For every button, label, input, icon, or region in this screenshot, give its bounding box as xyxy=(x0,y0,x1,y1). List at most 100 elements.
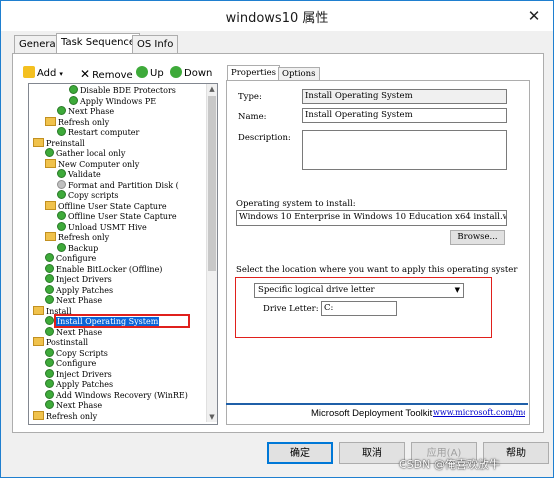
tree-item[interactable]: Restart computer xyxy=(57,127,139,138)
tab-options[interactable]: Options xyxy=(278,67,320,81)
tree-item[interactable]: Next Phase xyxy=(45,326,103,338)
task-sequence-tree[interactable]: Disable BDE Protectors Apply Windows PE Ne… xyxy=(28,83,218,425)
browse-button[interactable]: Browse... xyxy=(450,230,505,245)
title-bar[interactable]: windows10 属性 ✕ xyxy=(1,1,553,31)
check-icon xyxy=(45,358,54,367)
check-icon xyxy=(45,295,54,304)
tree-item[interactable]: Gather local only xyxy=(45,148,125,159)
tab-os-info[interactable]: OS Info xyxy=(132,35,179,53)
folder-icon xyxy=(33,305,44,315)
tab-task-sequence[interactable]: Task Sequence xyxy=(56,33,141,54)
down-arrow-icon xyxy=(170,66,182,78)
close-icon[interactable]: ✕ xyxy=(525,7,543,25)
check-icon xyxy=(45,263,54,273)
tree-item-label: Inject Drivers xyxy=(56,275,112,284)
add-button[interactable]: Add ▾ xyxy=(23,65,63,83)
tree-item-label: New Computer only xyxy=(58,159,140,169)
down-button[interactable]: Down xyxy=(170,65,212,83)
check-icon xyxy=(45,400,54,409)
tree-item[interactable]: Refresh only xyxy=(45,232,109,243)
tree-item-label: Disable BDE Protectors xyxy=(80,86,176,95)
tree-item[interactable]: Unload USMT Hive xyxy=(57,221,147,233)
os-select-field[interactable]: Windows 10 Enterprise in Windows 10 Educ… xyxy=(236,210,507,226)
tree-item[interactable]: Refresh only xyxy=(45,116,109,128)
tree-item[interactable]: Inject Drivers xyxy=(45,274,112,285)
description-input[interactable] xyxy=(302,130,507,170)
tree-item[interactable]: Refresh only xyxy=(33,410,98,422)
tree-item-label: Postinstall xyxy=(46,338,89,347)
tree-item-label: Copy scripts xyxy=(68,191,119,200)
tree-item-label: Configure xyxy=(56,359,97,368)
tree-item[interactable]: Offline User State Capture xyxy=(45,200,167,212)
tree-item[interactable]: Next Phase xyxy=(45,400,102,411)
scroll-thumb[interactable] xyxy=(208,96,216,271)
properties-window: windows10 属性 ✕ General Task Sequence OS … xyxy=(0,0,554,478)
tree-item[interactable]: Disable BDE Protectors xyxy=(69,85,176,96)
tree-item-label: Next Phase xyxy=(56,401,103,410)
selection-highlight-box xyxy=(54,314,190,328)
down-label: Down xyxy=(184,68,213,79)
tree-scrollbar[interactable]: ▲ ▼ xyxy=(206,84,217,422)
location-highlight-box xyxy=(235,277,492,338)
check-icon xyxy=(57,221,66,231)
tree-item-label: Apply Windows PE xyxy=(80,96,157,106)
tree-item[interactable]: Add Windows Recovery (WinRE) xyxy=(45,389,188,401)
tree-item-label: Refresh only xyxy=(46,411,98,421)
tree-item-label: Unload USMT Hive xyxy=(68,222,147,232)
tree-item-label: Refresh only xyxy=(58,233,110,242)
remove-button[interactable]: ✕ Remove xyxy=(80,65,133,83)
tree-item[interactable]: Inject Drivers xyxy=(45,368,112,380)
folder-icon xyxy=(33,410,44,420)
tree-item[interactable]: Configure xyxy=(45,358,96,369)
check-icon xyxy=(45,379,54,388)
check-icon xyxy=(57,106,66,115)
tree-item[interactable]: Format and Partition Disk ( xyxy=(57,179,179,191)
description-label: Description: xyxy=(238,133,291,143)
mdt-link[interactable]: www.microsoft.com/mdt xyxy=(433,408,525,417)
tree-item-label: Add Windows Recovery (WinRE) xyxy=(56,390,188,400)
add-label: Add xyxy=(37,68,57,79)
tree-item[interactable]: Configure xyxy=(45,253,96,264)
tree-item-label: Next Phase xyxy=(56,327,103,337)
tree-item[interactable]: Enable BitLocker (Offline) xyxy=(45,263,162,275)
tree-item[interactable]: Copy scripts xyxy=(57,190,119,201)
check-icon xyxy=(45,284,54,294)
name-input[interactable]: Install Operating System xyxy=(302,108,507,123)
tree-item[interactable]: Validate xyxy=(57,169,101,180)
tree-item[interactable]: New Computer only xyxy=(45,158,140,170)
tree-item-label: Configure xyxy=(56,254,97,263)
tree-item-label: Apply Patches xyxy=(56,285,114,295)
disabled-icon xyxy=(57,179,66,189)
tree-item[interactable]: Next Phase xyxy=(57,106,114,117)
scroll-down-icon[interactable]: ▼ xyxy=(207,412,217,422)
tree-item[interactable]: Postinstall xyxy=(33,337,88,348)
tree-item[interactable]: Apply Patches xyxy=(45,284,114,296)
tree-item[interactable]: Apply Windows PE xyxy=(69,95,157,107)
remove-icon: ✕ xyxy=(80,67,91,81)
check-icon xyxy=(45,253,54,262)
csdn-watermark: CSDN @俺喜欢放牛 xyxy=(399,458,500,471)
check-icon xyxy=(57,169,66,178)
check-icon xyxy=(57,127,66,136)
up-label: Up xyxy=(150,68,164,79)
tree-item-label: Next Phase xyxy=(56,296,103,305)
tree-item-label: Format and Partition Disk ( xyxy=(68,180,179,190)
tree-item[interactable]: Preinstall xyxy=(33,137,85,149)
up-button[interactable]: Up xyxy=(136,65,164,83)
scroll-up-icon[interactable]: ▲ xyxy=(207,84,217,94)
tab-properties[interactable]: Properties xyxy=(227,65,280,81)
tree-item[interactable]: Copy Scripts xyxy=(45,347,108,359)
tree-item-label: Next Phase xyxy=(68,107,115,116)
dropdown-arrow-icon: ▾ xyxy=(59,70,63,78)
up-arrow-icon xyxy=(136,66,148,78)
tree-item[interactable]: Backup xyxy=(57,242,98,254)
folder-icon xyxy=(33,137,44,147)
ok-button[interactable]: 确定 xyxy=(267,442,333,464)
tree-item[interactable]: Next Phase xyxy=(45,295,102,306)
tree-item[interactable]: Apply Patches xyxy=(45,379,113,390)
tree-item-label: Apply Patches xyxy=(56,380,114,389)
cancel-button[interactable]: 取消 xyxy=(339,442,405,464)
tree-item[interactable]: Offline User State Capture xyxy=(57,211,177,222)
check-icon xyxy=(45,389,54,399)
folder-icon xyxy=(45,158,56,168)
